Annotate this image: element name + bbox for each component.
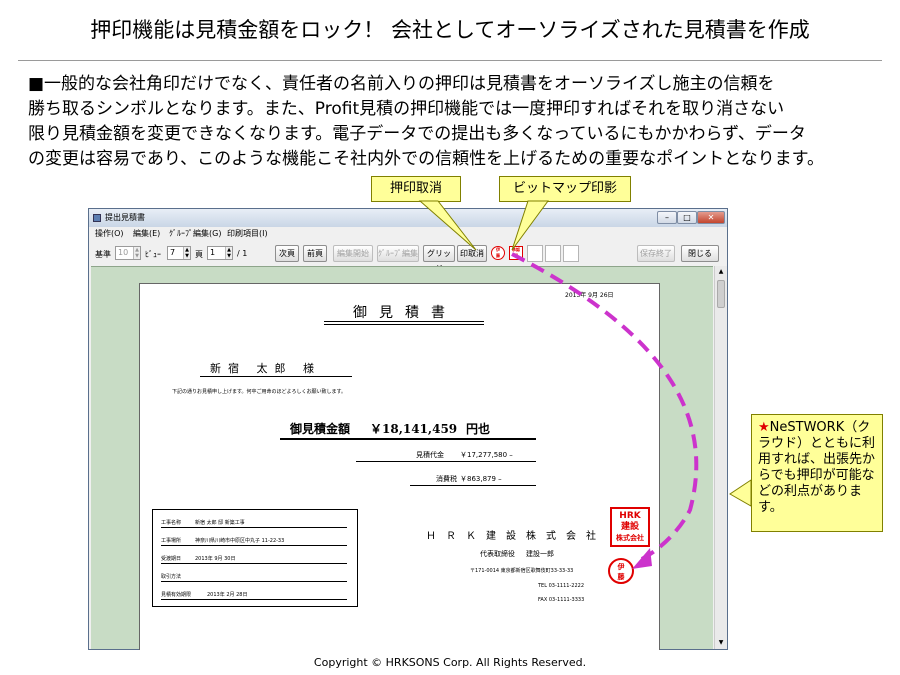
menu-operation[interactable]: 操作(O) — [95, 227, 124, 241]
scroll-thumb[interactable] — [717, 280, 725, 308]
info-label: 取引方法 — [161, 574, 182, 580]
toolbar: 基準 10 ▲ ▼ ﾋﾞｭｰ 7 ▲ ▼ 頁 1 ▲ ▼ / 1 次頁 前頁 編集開始… — [89, 242, 727, 273]
estimate-document: 2013年 9月 26日 御見積書 新宿 太郎 様 下記の通りお見積申し上げます… — [139, 283, 660, 650]
window-title: 提出見積書 — [105, 213, 145, 222]
minimize-button[interactable]: – — [657, 211, 677, 224]
callout-pointer — [729, 479, 752, 507]
stamp-slot[interactable] — [545, 245, 561, 262]
group-edit-button[interactable]: ｸﾞﾙｰﾌﾟ編集 — [377, 245, 419, 262]
personal-seal-icon[interactable]: 伊藤 — [491, 246, 505, 260]
info-value: 新宿 太郎 邸 新築工事 — [195, 520, 245, 526]
spinner-arrows-icon[interactable]: ▲ ▼ — [225, 247, 232, 259]
info-label: 見積有効期限 — [161, 592, 192, 598]
description-line-1: ■一般的な会社角印だけでなく、責任者の名前入りの押印は見積書をオーソライズし施主… — [28, 74, 775, 94]
cloud-brand: NeSTWORK — [769, 420, 845, 435]
menu-group-edit[interactable]: ｸﾞﾙｰﾌﾟ編集(G) — [169, 227, 221, 241]
title-underline — [324, 324, 484, 325]
info-row: 工事場所 神奈川県川崎市中原区中丸子 11-22-33 — [161, 532, 347, 546]
total-unit: 円也 — [466, 422, 491, 436]
grid-button[interactable]: グリッド — [423, 245, 455, 273]
callout-bitmap-seal: ビットマップ印影 — [499, 176, 631, 202]
close-button[interactable]: 閉じる — [681, 245, 719, 262]
star-icon: ★ — [758, 420, 770, 435]
scroll-down-icon[interactable]: ▼ — [715, 637, 727, 649]
prev-page-button[interactable]: 前頁 — [303, 245, 327, 262]
spinner-arrows-icon[interactable]: ▲ ▼ — [133, 247, 140, 259]
tax-value: ￥863,879 – — [460, 475, 502, 483]
total-label: 御見積金額 — [290, 422, 351, 436]
view-label: ﾋﾞｭｰ — [145, 250, 161, 259]
customer-underline — [200, 376, 352, 377]
info-row: 受渡期日 2013年 9月 30日 — [161, 550, 347, 564]
stamp-slot[interactable] — [527, 245, 543, 262]
page-spinner[interactable]: 1 ▲ ▼ — [207, 246, 233, 260]
page-label: 頁 — [195, 250, 203, 259]
info-row: 見積有効期限 2013年 2月 28日 — [161, 586, 347, 600]
tax-label: 消費税 — [436, 475, 457, 483]
copyright-footer: Copyright © HRKSONS Corp. All Rights Res… — [313, 656, 587, 669]
next-page-button[interactable]: 次頁 — [275, 245, 299, 262]
slide-title: 押印機能は見積金額をロック！ 会社としてオーソライズされた見積書を作成 — [90, 18, 810, 42]
tax-underline — [410, 485, 536, 486]
total-underline — [280, 438, 536, 440]
subtotal-label: 見積代金 — [416, 451, 444, 459]
menu-edit[interactable]: 編集(E) — [133, 227, 160, 241]
window-titlebar: 提出見積書 – □ ✕ — [89, 209, 727, 227]
info-row: 取引方法 — [161, 568, 347, 582]
menu-bar: 操作(O) 編集(E) ｸﾞﾙｰﾌﾟ編集(G) 印刷項目(I) — [89, 227, 727, 241]
callout-cloud: ★NeSTWORK（クラウド）とともに利用すれば、出張先からでも押印が可能などの… — [751, 414, 883, 532]
base-value: 10 — [118, 248, 129, 257]
description-line-4: の変更は容易であり、このような機能こそ社内外での信頼性を上げるための重要なポイン… — [28, 149, 824, 169]
subtotal-value: ￥17,277,580 – — [460, 451, 513, 459]
info-value: 2013年 2月 28日 — [207, 592, 248, 598]
page-total: / 1 — [237, 249, 248, 258]
greeting-text: 下記の通りお見積申し上げます。何卒ご用命のほどよろしくお願い致します。 — [172, 389, 347, 395]
company-tel: TEL 03-1111-2222 — [538, 583, 585, 589]
approval-seal-icon[interactable]: 承認印 — [509, 246, 523, 260]
document-canvas: 2013年 9月 26日 御見積書 新宿 太郎 様 下記の通りお見積申し上げます… — [91, 266, 713, 650]
project-info-box: 工事名称 新宿 太郎 邸 新築工事 工事場所 神奈川県川崎市中原区中丸子 11-… — [152, 509, 358, 607]
description-line-3: 限り見積金額を変更できなくなります。電子データでの提出も多くなっているにもかかわ… — [28, 124, 806, 144]
estimate-window: 提出見積書 – □ ✕ 操作(O) 編集(E) ｸﾞﾙｰﾌﾟ編集(G) 印刷項目… — [88, 208, 728, 650]
personal-seal: 伊 藤 — [608, 558, 634, 584]
info-row: 工事名称 新宿 太郎 邸 新築工事 — [161, 514, 347, 528]
info-label: 工事場所 — [161, 538, 182, 544]
representative-title: 代表取締役 — [480, 550, 515, 558]
document-title: 御見積書 — [353, 305, 457, 321]
view-spinner[interactable]: 7 ▲ ▼ — [167, 246, 191, 260]
edit-start-button[interactable]: 編集開始 — [333, 245, 373, 262]
menu-print-items[interactable]: 印刷項目(I) — [227, 227, 268, 241]
info-value: 2013年 9月 30日 — [195, 556, 236, 562]
info-label: 工事名称 — [161, 520, 182, 526]
subtotal-underline — [356, 461, 536, 462]
save-exit-button[interactable]: 保存終了 — [637, 245, 675, 262]
app-icon — [93, 214, 101, 222]
representative-name: 建設一郎 — [526, 550, 554, 558]
base-spinner[interactable]: 10 ▲ ▼ — [115, 246, 141, 260]
customer-name: 新宿 太郎 様 — [210, 362, 321, 375]
vertical-scrollbar[interactable]: ▲ ▼ — [714, 266, 727, 649]
company-fax: FAX 03-1111-3333 — [538, 597, 585, 603]
page-value: 1 — [210, 248, 216, 257]
total-value: ￥18,141,459 — [370, 422, 458, 436]
info-label: 受渡期日 — [161, 556, 182, 562]
description-line-2: 勝ち取るシンボルとなります。また、Profit見積の押印機能では一度押印すればそ… — [28, 99, 785, 119]
title-underline — [324, 321, 484, 322]
scroll-up-icon[interactable]: ▲ — [715, 266, 727, 278]
company-address: 〒171-0014 東京都新宿区歌舞伎町33-33-33 — [470, 568, 574, 574]
maximize-button[interactable]: □ — [677, 211, 697, 224]
view-value: 7 — [170, 248, 176, 257]
callout-cancel-stamp: 押印取消 — [371, 176, 461, 202]
cancel-stamp-button[interactable]: 印取消 — [457, 245, 487, 262]
title-divider — [18, 60, 882, 61]
base-label: 基準 — [95, 250, 111, 259]
stamp-slot[interactable] — [563, 245, 579, 262]
company-name: ＨＲＫ建設株式会社 — [426, 531, 606, 542]
document-date: 2013年 9月 26日 — [565, 292, 614, 299]
close-window-button[interactable]: ✕ — [697, 211, 725, 224]
spinner-arrows-icon[interactable]: ▲ ▼ — [183, 247, 190, 259]
corporate-seal: HRK 建設 株式会社 — [610, 507, 650, 547]
info-value: 神奈川県川崎市中原区中丸子 11-22-33 — [195, 538, 285, 544]
